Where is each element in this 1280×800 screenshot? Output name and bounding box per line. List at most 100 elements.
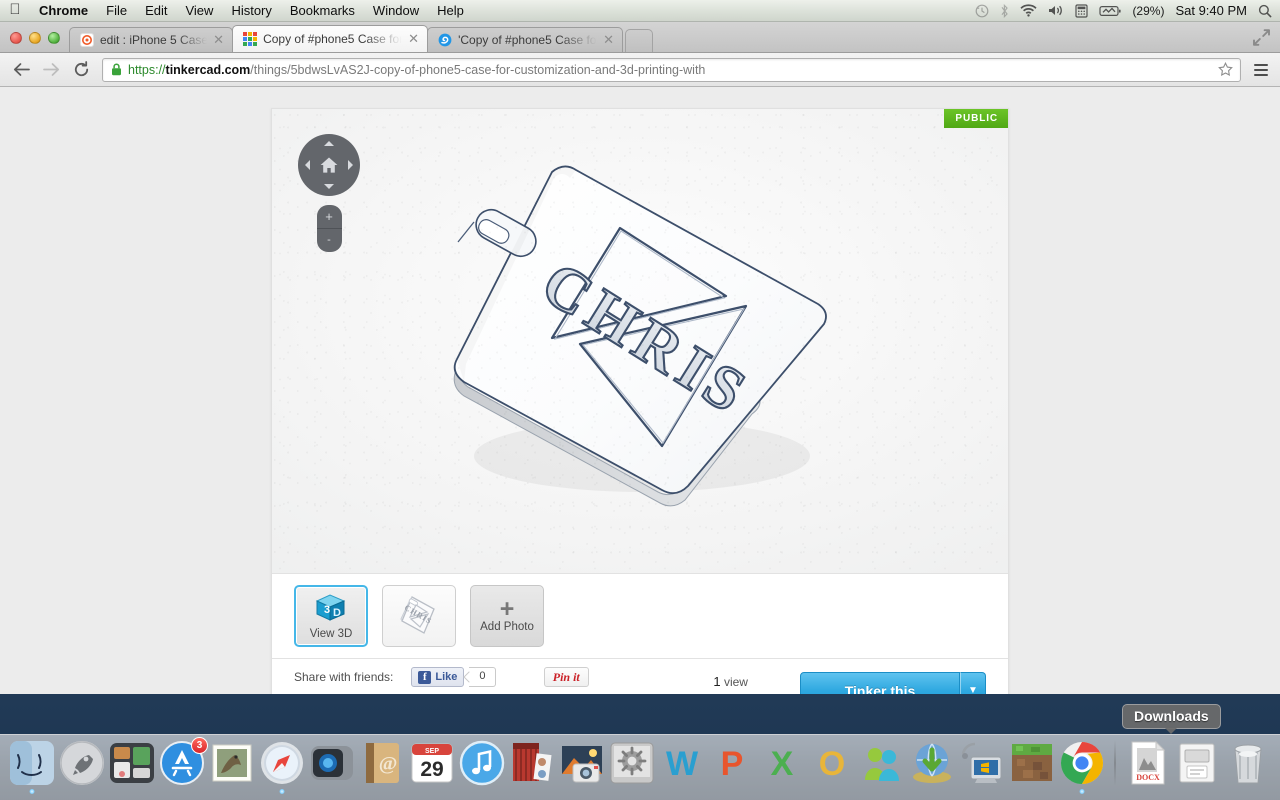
phone-case-model: CHRIS: [272, 109, 1008, 573]
views-stat: 1 view: [713, 673, 772, 691]
home-icon[interactable]: [319, 156, 339, 174]
media-thumbnail-strip: 3 D View 3D CHRIS + Add Photo: [272, 573, 1008, 658]
facebook-like-widget[interactable]: f Like 0: [411, 667, 505, 687]
running-indicator: [1079, 789, 1085, 794]
arrow-down-icon[interactable]: [324, 184, 334, 189]
minecraft-block-icon[interactable]: [1009, 740, 1055, 786]
svg-text:O: O: [819, 745, 845, 783]
time-machine-icon[interactable]: [975, 4, 989, 18]
views-count: 1: [713, 673, 721, 689]
bookmark-star-icon[interactable]: [1214, 62, 1236, 77]
pinterest-button[interactable]: Pin it: [543, 667, 589, 687]
mission-control-icon[interactable]: [109, 740, 155, 786]
iphoto-camera-icon[interactable]: [559, 740, 605, 786]
prints-label: 3D prints: [724, 693, 772, 695]
viewer-navigation-widget: + -: [298, 134, 360, 252]
address-bar[interactable]: https://tinkercad.com/things/5bdwsLvAS2J…: [102, 57, 1241, 82]
close-icon[interactable]: ✕: [406, 31, 421, 47]
tinker-this-button[interactable]: Tinker this: [800, 671, 960, 694]
menu-item-chrome[interactable]: Chrome: [30, 0, 97, 22]
arrow-up-icon[interactable]: [324, 141, 334, 146]
app-store-icon[interactable]: 3: [159, 737, 208, 786]
back-arrow-icon[interactable]: [8, 57, 35, 83]
contacts-book-icon[interactable]: @: [359, 740, 405, 786]
view-3d-button[interactable]: 3 D View 3D: [294, 585, 368, 647]
menu-bar-clock[interactable]: Sat 9:40 PM: [1175, 3, 1247, 18]
svg-text:D: D: [333, 607, 341, 619]
search-icon[interactable]: [1258, 4, 1272, 18]
hamburger-menu-icon[interactable]: [1250, 57, 1272, 83]
messenger-people-icon[interactable]: [859, 740, 905, 786]
docx-file-icon[interactable]: DOCX: [1125, 740, 1171, 786]
minimize-window-button[interactable]: [29, 32, 41, 44]
close-icon[interactable]: ✕: [601, 32, 616, 48]
menu-item-bookmarks[interactable]: Bookmarks: [281, 0, 364, 22]
browser-tab-3[interactable]: 'Copy of #phone5 Case for c ✕: [427, 27, 624, 52]
close-icon[interactable]: ✕: [211, 32, 226, 48]
battery-icon[interactable]: [1099, 5, 1122, 17]
powerpoint-p-icon[interactable]: P: [709, 740, 755, 786]
downloads-folder-icon[interactable]: [1175, 740, 1221, 786]
wifi-icon[interactable]: [1020, 4, 1038, 17]
browser-toolbar: https://tinkercad.com/things/5bdwsLvAS2J…: [0, 53, 1280, 87]
share-label: Share with friends:: [294, 670, 394, 684]
word-w-icon[interactable]: W: [659, 740, 705, 786]
mail-stamp-icon[interactable]: [209, 740, 255, 786]
views-label: view: [723, 674, 748, 689]
chevron-down-icon[interactable]: ▼: [960, 671, 986, 694]
launchpad-rocket-icon[interactable]: [59, 740, 105, 786]
chrome-icon[interactable]: [1059, 740, 1105, 794]
apple-logo-icon[interactable]: : [0, 2, 30, 19]
zoom-in-button[interactable]: +: [316, 205, 342, 229]
arrow-right-icon[interactable]: [348, 160, 353, 170]
menu-item-edit[interactable]: Edit: [136, 0, 176, 22]
browser-tab-2[interactable]: Copy of #phone5 Case for c ✕: [232, 25, 429, 52]
tab-title-1: edit : iPhone 5 Case: [100, 33, 209, 47]
forward-arrow-icon[interactable]: [38, 57, 65, 83]
excel-x-icon[interactable]: X: [759, 740, 805, 786]
tinker-this-group: Tinker this ▼: [800, 671, 986, 694]
share-bar: Share with friends: Embed f Like 0: [272, 658, 1008, 694]
close-window-button[interactable]: [10, 32, 22, 44]
itunes-note-icon[interactable]: [459, 740, 505, 786]
zoom-out-button[interactable]: -: [317, 229, 342, 253]
finder-icon[interactable]: [9, 740, 55, 794]
remote-desktop-icon[interactable]: [959, 740, 1005, 786]
globe-download-icon[interactable]: [909, 740, 955, 786]
add-photo-button[interactable]: + Add Photo: [470, 585, 544, 647]
nav-pad[interactable]: [298, 134, 360, 196]
zoom-window-button[interactable]: [48, 32, 60, 44]
menu-item-history[interactable]: History: [222, 0, 280, 22]
zoom-controls: + -: [316, 205, 342, 253]
camera-cutout: [457, 208, 537, 258]
arrow-left-icon[interactable]: [305, 160, 310, 170]
menu-item-window[interactable]: Window: [364, 0, 428, 22]
new-tab-button[interactable]: [625, 29, 654, 52]
safari-compass-icon[interactable]: [259, 740, 305, 794]
volume-icon[interactable]: [1048, 4, 1064, 17]
gear-icon[interactable]: [609, 740, 655, 786]
thing-detail-card: PUBLIC + - CHRIS 3 D View 3D CHRIS + Add…: [271, 108, 1009, 694]
menu-item-file[interactable]: File: [97, 0, 136, 22]
model-viewer[interactable]: PUBLIC + - CHRIS: [272, 109, 1008, 573]
outlook-o-icon[interactable]: O: [809, 740, 855, 786]
menu-bar-status-items: (29%) Sat 9:40 PM: [975, 3, 1280, 18]
reload-icon[interactable]: [68, 57, 95, 83]
phone-case-svg: CHRIS: [453, 165, 827, 507]
calculator-icon[interactable]: [1075, 3, 1089, 18]
share-extra-column: Pin it ⚙ To Thingiverse: [543, 667, 656, 694]
url-path: /things/5bdwsLvAS2J-copy-of-phone5-case-…: [250, 62, 706, 77]
menu-item-help[interactable]: Help: [428, 0, 473, 22]
menu-item-view[interactable]: View: [176, 0, 222, 22]
facetime-camera-icon[interactable]: [309, 740, 355, 786]
photo-thumbnail-button[interactable]: CHRIS: [382, 585, 456, 647]
trash-can-icon[interactable]: [1225, 740, 1271, 786]
facebook-like-button[interactable]: f Like: [411, 667, 465, 687]
bluetooth-icon[interactable]: [1000, 3, 1009, 18]
3d-cube-icon: 3 D: [314, 593, 348, 626]
fullscreen-expand-icon[interactable]: [1248, 25, 1274, 49]
calendar-icon[interactable]: SEP 29: [409, 740, 455, 786]
browser-tab-1[interactable]: edit : iPhone 5 Case ✕: [69, 27, 234, 52]
photo-booth-icon[interactable]: [509, 740, 555, 786]
running-indicator: [29, 789, 35, 794]
